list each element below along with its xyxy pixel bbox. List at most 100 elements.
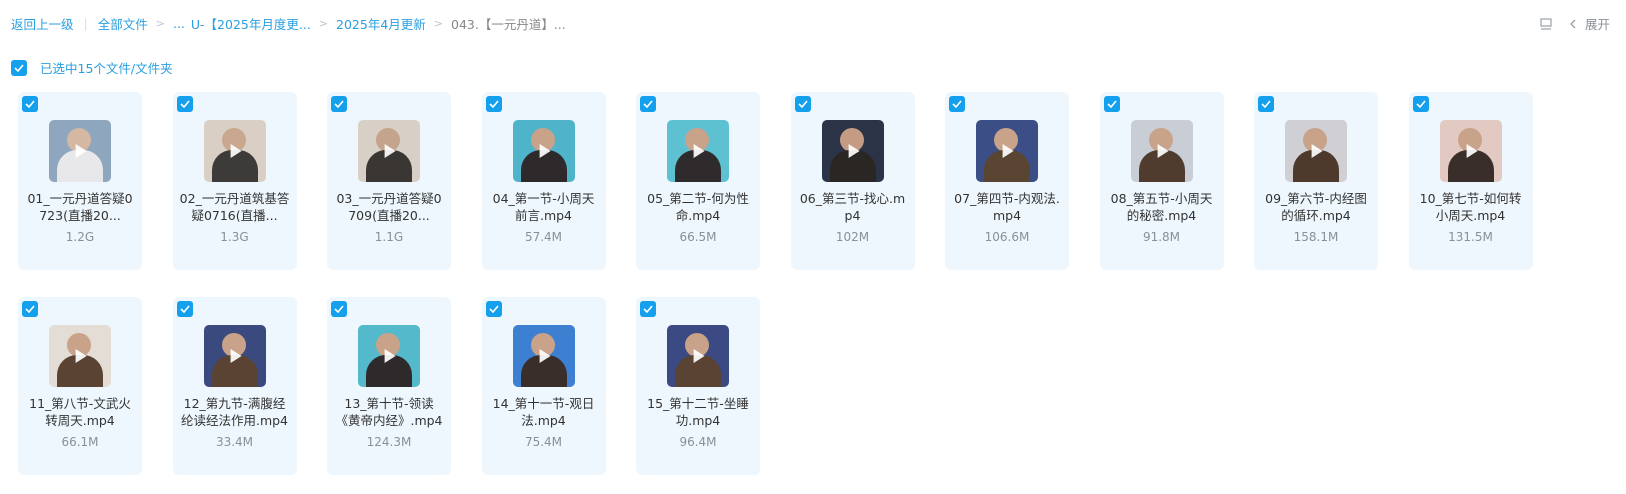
file-size: 33.4M (215, 435, 254, 449)
video-thumbnail[interactable] (358, 120, 420, 182)
file-card[interactable]: 08_第五节-小周天的秘密.mp4 91.8M (1099, 92, 1224, 270)
chevron-left-icon (1570, 19, 1576, 28)
file-card[interactable]: 06_第三节-找心.mp4 102M (790, 92, 915, 270)
file-checkbox[interactable] (22, 96, 38, 112)
file-name: 09_第六节-内经图的循环.mp4 (1265, 191, 1367, 223)
file-name: 07_第四节-内观法.mp4 (954, 191, 1060, 223)
video-thumbnail[interactable] (49, 120, 111, 182)
play-icon (1311, 144, 1323, 158)
play-icon (75, 349, 87, 363)
play-icon (539, 144, 551, 158)
file-name: 06_第三节-找心.mp4 (799, 191, 906, 223)
file-checkbox[interactable] (176, 301, 193, 317)
file-name: 01_一元丹道答疑0723(直播20... (27, 191, 133, 223)
play-icon (539, 349, 551, 363)
file-name: 12_第九节-满腹经纶读经法作用.mp4 (180, 396, 289, 428)
file-checkbox[interactable] (949, 96, 965, 112)
file-checkbox[interactable] (1103, 96, 1120, 112)
video-thumbnail[interactable] (667, 120, 729, 182)
play-icon (693, 349, 705, 363)
chevron-right-icon: > (318, 16, 329, 30)
video-thumbnail[interactable] (976, 120, 1038, 182)
video-thumbnail[interactable] (512, 325, 575, 387)
file-checkbox[interactable] (1258, 96, 1274, 112)
file-size: 75.4M (524, 435, 563, 449)
file-checkbox[interactable] (22, 301, 38, 317)
chevron-right-icon: > (433, 16, 443, 30)
select-all-checkbox[interactable] (11, 59, 27, 76)
file-size: 66.5M (679, 230, 717, 244)
video-thumbnail[interactable] (667, 325, 729, 387)
file-card[interactable]: 02_一元丹道筑基答疑0716(直播... 1.3G (172, 92, 297, 270)
video-thumbnail[interactable] (512, 120, 575, 182)
file-card[interactable]: 05_第二节-何为性命.mp4 66.5M (636, 92, 760, 270)
file-name: 10_第七节-如何转小周天.mp4 (1419, 191, 1522, 223)
file-size: 124.3M (366, 435, 412, 449)
file-size: 91.8M (1142, 230, 1181, 244)
file-card[interactable]: 11_第八节-文武火转周天.mp4 66.1M (18, 297, 142, 475)
video-thumbnail[interactable] (49, 325, 111, 387)
file-size: 158.1M (1293, 230, 1339, 244)
file-name: 04_第一节-小周天前言.mp4 (492, 191, 595, 223)
file-size: 1.1G (374, 230, 404, 244)
file-card[interactable]: 01_一元丹道答疑0723(直播20... 1.2G (18, 92, 142, 270)
expand-button[interactable]: 展开 (1567, 14, 1610, 33)
file-card[interactable]: 09_第六节-内经图的循环.mp4 158.1M (1254, 92, 1378, 270)
file-card[interactable]: 13_第十节-领读《黄帝内经》.mp4 124.3M (327, 297, 451, 475)
video-thumbnail[interactable] (358, 325, 420, 387)
file-grid: 01_一元丹道答疑0723(直播20... 1.2G 02_一元丹道筑基答疑07… (18, 92, 1626, 475)
play-icon (1157, 144, 1169, 158)
breadcrumb-folder-1[interactable]: U-【2025年月度更... (191, 14, 311, 33)
file-name: 02_一元丹道筑基答疑0716(直播... (179, 191, 290, 223)
play-icon (1002, 144, 1014, 158)
file-card[interactable]: 15_第十二节-坐睡功.mp4 96.4M (636, 297, 760, 475)
breadcrumb-current: 043.【一元丹道】... (451, 16, 566, 32)
play-icon (384, 349, 396, 363)
file-card[interactable]: 14_第十一节-观日法.mp4 75.4M (481, 297, 606, 475)
file-checkbox[interactable] (331, 301, 347, 317)
file-name: 05_第二节-何为性命.mp4 (647, 191, 749, 223)
chevron-right-icon: > (155, 16, 165, 30)
file-checkbox[interactable] (640, 301, 656, 317)
file-card[interactable]: 12_第九节-满腹经纶读经法作用.mp4 33.4M (172, 297, 297, 475)
file-name: 15_第十二节-坐睡功.mp4 (647, 396, 749, 428)
selection-count-label: 已选中15个文件/文件夹 (40, 61, 173, 76)
file-checkbox[interactable] (176, 96, 193, 112)
play-icon (693, 144, 705, 158)
file-name: 14_第十一节-观日法.mp4 (492, 396, 595, 428)
file-checkbox[interactable] (640, 96, 656, 112)
video-thumbnail[interactable] (203, 120, 266, 182)
breadcrumb-all-files[interactable]: 全部文件 (98, 14, 148, 33)
play-icon (848, 144, 860, 158)
file-name: 13_第十节-领读《黄帝内经》.mp4 (335, 396, 443, 428)
play-icon (384, 144, 396, 158)
video-thumbnail[interactable] (1130, 120, 1193, 182)
breadcrumb-ellipsis[interactable]: ... (173, 16, 185, 31)
video-thumbnail[interactable] (821, 120, 884, 182)
file-checkbox[interactable] (485, 96, 502, 112)
file-card[interactable]: 03_一元丹道答疑0709(直播20... 1.1G (327, 92, 451, 270)
file-card[interactable]: 07_第四节-内观法.mp4 106.6M (945, 92, 1069, 270)
expand-label: 展开 (1584, 17, 1610, 32)
play-icon (230, 144, 242, 158)
file-checkbox[interactable] (331, 96, 347, 112)
file-checkbox[interactable] (794, 96, 811, 112)
video-thumbnail[interactable] (1439, 120, 1502, 182)
file-card[interactable]: 10_第七节-如何转小周天.mp4 131.5M (1408, 92, 1533, 270)
breadcrumb: 返回上一级 | 全部文件 > ... U-【2025年月度更... > 2025… (11, 14, 566, 32)
file-checkbox[interactable] (1412, 96, 1429, 112)
video-thumbnail[interactable] (1285, 120, 1347, 182)
file-card[interactable]: 04_第一节-小周天前言.mp4 57.4M (481, 92, 606, 270)
list-view-icon[interactable] (1539, 17, 1553, 31)
file-checkbox[interactable] (485, 301, 502, 317)
breadcrumb-folder-2[interactable]: 2025年4月更新 (336, 14, 426, 33)
file-size: 1.2G (65, 230, 95, 244)
file-name: 03_一元丹道答疑0709(直播20... (336, 191, 442, 223)
file-size: 96.4M (679, 435, 717, 449)
back-link[interactable]: 返回上一级 (11, 14, 74, 33)
file-name: 11_第八节-文武火转周天.mp4 (29, 396, 131, 428)
file-size: 102M (835, 230, 870, 244)
file-size: 106.6M (984, 230, 1030, 244)
video-thumbnail[interactable] (203, 325, 266, 387)
file-size: 66.1M (61, 435, 99, 449)
